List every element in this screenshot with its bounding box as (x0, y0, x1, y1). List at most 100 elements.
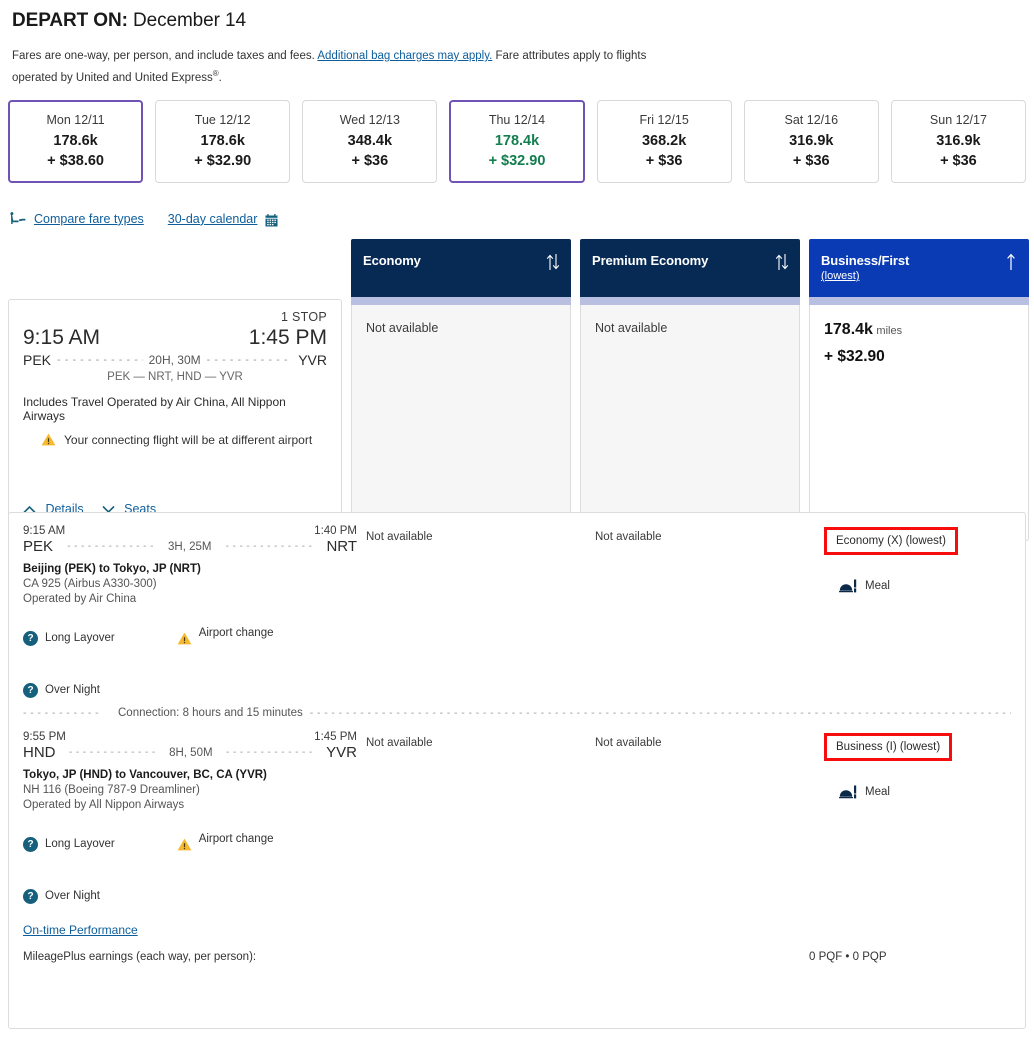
segment-2-badges: ? Long Layover Airport change ? Over Nig… (23, 833, 357, 907)
fare-panel-economy: Not available (351, 304, 571, 541)
question-mark-icon[interactable]: ? (23, 682, 38, 698)
fare-panel-business-first[interactable]: 178.4k miles + $32.90 Mixed cabin (809, 304, 1029, 541)
date-card-miles: 178.6k (53, 132, 98, 149)
airplane-seat-icon (10, 211, 26, 226)
sort-up-icon[interactable] (1004, 253, 1018, 271)
segment-destination-code: YVR (326, 744, 357, 761)
date-card-day: Tue 12/12 (194, 112, 251, 127)
segment-2-grid: 9:55 PM 1:45 PM HND - - - - - - - - - - … (23, 731, 1011, 907)
sort-updown-icon[interactable] (775, 253, 789, 271)
question-mark-icon[interactable]: ? (23, 888, 38, 904)
compare-fare-types-link[interactable]: Compare fare types (34, 212, 144, 226)
segment-origin-code: PEK (23, 538, 54, 555)
long-layover-label: Long Layover (45, 632, 115, 644)
segment-operated-by: Operated by All Nippon Airways (23, 799, 185, 811)
segment-1-business-cell: Economy (X) (lowest) Meal (824, 525, 1034, 701)
segment-flight-number: CA 925 (Airbus A330-300) (23, 578, 157, 590)
cabin-header-economy[interactable]: Economy (351, 238, 571, 297)
long-layover-badge[interactable]: ? Long Layover Airport change (23, 833, 357, 855)
segment-1: 9:15 AM 1:40 PM PEK - - - - - - - - - - … (9, 513, 1025, 701)
segment-fare-class-tag[interactable]: Economy (X) (lowest) (824, 527, 958, 555)
fare-column-business-first: Business/First (lowest) 178.4k miles + $… (809, 238, 1029, 541)
date-card-miles: 316.9k (789, 132, 834, 149)
airport-change-warning-text: Your connecting flight will be at differ… (64, 432, 313, 447)
badge-gap (23, 855, 357, 885)
depart-time: 9:15 AM (23, 325, 101, 349)
over-night-label: Over Night (45, 684, 100, 696)
segment-1-times: 9:15 AM 1:40 PM (23, 525, 357, 537)
date-card-miles: 178.4k (494, 132, 540, 149)
date-card-mon-1211[interactable]: Mon 12/11 178.6k + $38.60 (8, 99, 144, 183)
additional-bag-charges-link[interactable]: Additional bag charges may apply. (317, 50, 492, 62)
cabin-header-business-first[interactable]: Business/First (lowest) (809, 238, 1029, 297)
over-night-badge[interactable]: ? Over Night (23, 679, 357, 701)
segment-operated-by: Operated by Air China (23, 593, 137, 605)
segment-premium-unavailable: Not available (595, 531, 662, 543)
date-card-day: Thu 12/14 (488, 112, 546, 127)
date-card-sat-1216[interactable]: Sat 12/16 316.9k + $36 (743, 99, 879, 183)
airport-change-badge: Airport change (177, 627, 274, 645)
date-card-wed-1213[interactable]: Wed 12/13 348.4k + $36 (302, 99, 438, 183)
segment-dash-right: - - - - - - - - - - - - - (226, 747, 313, 758)
cabin-lowest-link[interactable]: (lowest) (821, 270, 1017, 282)
date-card-cash: + $36 (351, 152, 389, 169)
question-mark-icon[interactable]: ? (23, 630, 38, 646)
segment-meal-row: Meal (839, 785, 1034, 799)
itinerary-route: PEK - - - - - - - - - - - - 20H, 30M - -… (23, 352, 327, 368)
long-layover-badge[interactable]: ? Long Layover Airport change (23, 627, 357, 649)
connection-dash-left: - - - - - - - - - - - (23, 707, 100, 719)
utility-links-row: Compare fare types 30-day calendar (0, 209, 1034, 229)
segment-1-route: PEK - - - - - - - - - - - - - 3H, 25M - … (23, 538, 357, 555)
cabin-header-premium-economy[interactable]: Premium Economy (580, 238, 800, 297)
segment-fare-class-tag[interactable]: Business (I) (lowest) (824, 733, 953, 761)
date-card-tue-1212[interactable]: Tue 12/12 178.6k + $32.90 (155, 99, 291, 183)
segment-dash-left: - - - - - - - - - - - - - (68, 747, 156, 758)
fare-column-premium-economy: Premium Economy Not available (580, 238, 800, 541)
over-night-badge[interactable]: ? Over Night (23, 885, 357, 907)
itinerary-summary-card[interactable]: 1 STOP 9:15 AM 1:45 PM PEK - - - - - - -… (8, 298, 342, 533)
connection-divider: - - - - - - - - - - - Connection: 8 hour… (9, 707, 1025, 719)
date-card-sun-1217[interactable]: Sun 12/17 316.9k + $36 (890, 99, 1026, 183)
segment-1-economy-cell: Not available (366, 525, 586, 701)
long-layover-label: Long Layover (45, 838, 115, 850)
thirty-day-calendar-link[interactable]: 30-day calendar (168, 212, 258, 226)
on-time-performance-row: On-time Performance (9, 921, 1025, 939)
on-time-performance-link[interactable]: On-time Performance (23, 923, 138, 937)
page-header: DEPART ON: December 14 Fares are one-way… (0, 0, 1034, 87)
question-mark-icon[interactable]: ? (23, 836, 38, 852)
mileageplus-earnings-row: MileagePlus earnings (each way, per pers… (9, 951, 1025, 963)
connection-dash-right: - - - - - - - - - - - - - - - - - - - - … (309, 707, 1011, 719)
page-title: DEPART ON: December 14 (12, 10, 1024, 32)
segment-destination-code: NRT (326, 538, 358, 555)
airport-change-label: Airport change (198, 627, 274, 639)
operated-by-note: Includes Travel Operated by Air China, A… (23, 394, 286, 423)
date-card-miles: 368.2k (641, 132, 687, 149)
date-card-cash: + $38.60 (47, 152, 104, 169)
depart-date: December 14 (133, 10, 246, 31)
date-card-miles: 178.6k (200, 132, 245, 149)
date-selector-strip[interactable]: Mon 12/11 178.6k + $38.60 Tue 12/12 178.… (0, 99, 1034, 183)
date-card-cash: + $32.90 (194, 152, 252, 169)
sort-updown-icon[interactable] (546, 253, 560, 271)
meal-tray-icon (839, 785, 858, 799)
segment-2-route: HND - - - - - - - - - - - - - 8H, 50M - … (23, 744, 357, 761)
date-card-cash: + $32.90 (488, 152, 546, 169)
date-card-fri-1215[interactable]: Fri 12/15 368.2k + $36 (596, 99, 732, 183)
date-card-cash: + $36 (792, 152, 830, 169)
calendar-icon[interactable] (265, 214, 278, 227)
date-card-day: Fri 12/15 (639, 112, 689, 127)
destination-code: YVR (298, 351, 327, 368)
fare-disclaimer: Fares are one-way, per person, and inclu… (12, 48, 672, 87)
date-card-day: Sun 12/17 (929, 112, 987, 127)
route-dash-right: - - - - - - - - - - - - (206, 353, 293, 366)
date-card-day: Sat 12/16 (784, 112, 839, 127)
fare-grid: 1 STOP 9:15 AM 1:45 PM PEK - - - - - - -… (0, 238, 1034, 541)
segment-flight-number: NH 116 (Boeing 787-9 Dreamliner) (23, 784, 200, 796)
stops-count: 1 STOP (280, 309, 327, 324)
date-card-miles: 348.4k (347, 132, 393, 149)
date-card-day: Mon 12/11 (46, 112, 105, 127)
segment-premium-unavailable: Not available (595, 737, 662, 749)
date-card-thu-1214[interactable]: Thu 12/14 178.4k + $32.90 (449, 99, 585, 183)
fare-note-part1: Fares are one-way, per person, and inclu… (12, 50, 315, 62)
segment-depart-time: 9:55 PM (23, 731, 66, 743)
